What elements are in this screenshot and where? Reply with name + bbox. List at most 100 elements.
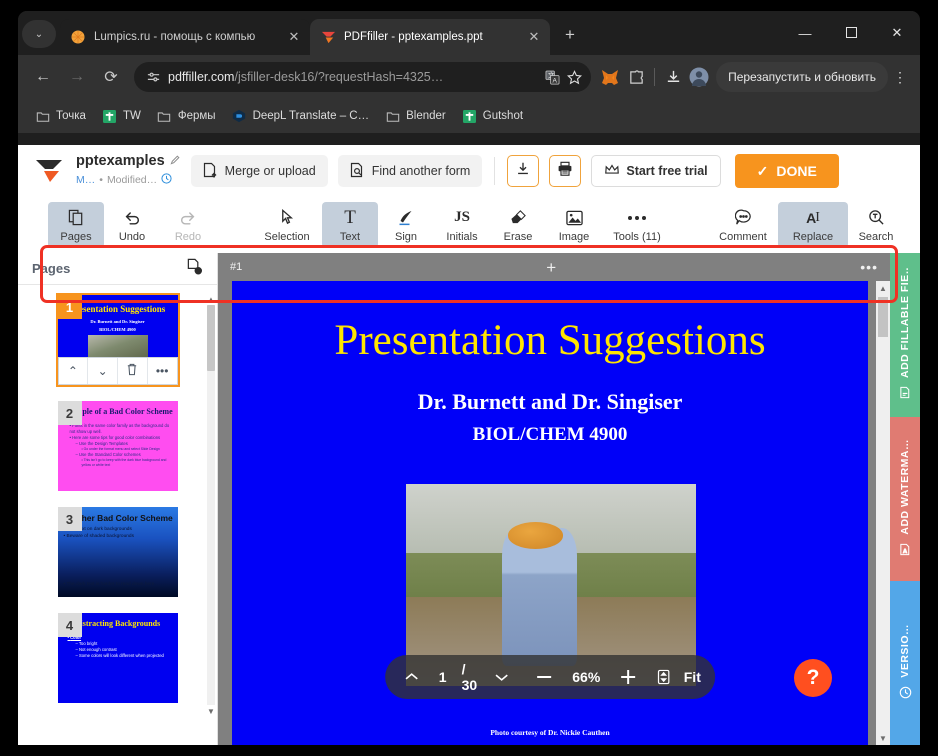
document-meta-link[interactable]: M…	[76, 174, 95, 187]
page-thumbnail-4[interactable]: Distracting Backgrounds • Color – Too br…	[57, 613, 178, 703]
tab-title: Lumpics.ru - помощь с компью	[94, 31, 256, 43]
zoom-out-button[interactable]	[532, 664, 556, 690]
close-icon[interactable]: ✕	[284, 27, 304, 47]
page-settings-icon[interactable]	[186, 258, 203, 280]
zoom-level-value[interactable]: 66%	[562, 669, 610, 685]
find-another-form-button[interactable]: Find another form	[337, 155, 483, 187]
viewer-controls: 1 / 30 66% Fit	[385, 655, 715, 699]
delete-page-button[interactable]	[118, 358, 148, 384]
done-label: DONE	[776, 163, 817, 179]
bookmark-label: Blender	[406, 110, 446, 122]
scroll-up-arrow-icon[interactable]: ▲	[206, 293, 216, 305]
merge-or-upload-button[interactable]: Merge or upload	[190, 155, 328, 187]
tool-tools-more[interactable]: Tools (11)	[602, 202, 672, 248]
close-window-button[interactable]: ✕	[874, 16, 920, 50]
print-button[interactable]	[549, 155, 582, 187]
scroll-down-arrow-icon[interactable]: ▼	[206, 705, 216, 717]
page-thumbnail-1[interactable]: Presentation Suggestions Dr. Burnett and…	[55, 293, 180, 387]
minimize-button[interactable]: —	[782, 16, 828, 50]
viewer-scrollbar[interactable]: ▲ ▼	[876, 281, 890, 745]
tab-search-button[interactable]: ⌄	[22, 20, 56, 48]
version-history-button[interactable]: VERSIO…	[890, 581, 920, 745]
address-bar[interactable]: pdffiller.com/jsfiller-desk16/?requestHa…	[134, 62, 592, 92]
tool-pages[interactable]: Pages	[48, 202, 104, 248]
browser-tab-lumpics[interactable]: Lumpics.ru - помощь с компью ✕	[60, 19, 310, 55]
slide-canvas[interactable]: Presentation Suggestions Dr. Burnett and…	[232, 281, 868, 745]
tool-undo[interactable]: Undo	[104, 202, 160, 248]
pencil-icon[interactable]	[170, 154, 181, 170]
bookmark-fermy[interactable]: Фермы	[150, 106, 223, 127]
page-thumbnail-3[interactable]: Another Bad Color Scheme • Dark text on …	[57, 507, 178, 597]
thumbnail-scrollbar[interactable]: ▲ ▼	[207, 293, 215, 717]
tool-image[interactable]: Image	[546, 202, 602, 248]
start-free-trial-button[interactable]: Start free trial	[591, 155, 721, 187]
download-button[interactable]	[507, 155, 540, 187]
find-another-form-label: Find another form	[371, 164, 471, 178]
bookmark-tw[interactable]: TW	[95, 106, 148, 127]
bookmark-deepl[interactable]: DeepL Translate – C…	[225, 106, 377, 127]
tool-sign[interactable]: Sign	[378, 202, 434, 248]
total-pages-label: / 30	[461, 661, 478, 693]
fit-button[interactable]: Fit	[651, 664, 701, 690]
reload-button[interactable]: ⟳	[96, 62, 126, 92]
metamask-fox-icon[interactable]	[597, 64, 623, 90]
zoom-in-button[interactable]	[616, 664, 640, 690]
pdffiller-logo-icon	[32, 154, 66, 188]
move-page-up-button[interactable]: ⌃	[59, 358, 89, 384]
add-watermark-button[interactable]: ADD WATERMA… A	[890, 417, 920, 581]
scrollbar-thumb[interactable]	[207, 305, 215, 371]
replace-text-icon: AI	[806, 209, 820, 226]
bookmark-star-icon[interactable]	[563, 66, 585, 88]
page-more-button[interactable]: •••	[148, 358, 177, 384]
tool-initials[interactable]: JS Initials	[434, 202, 490, 248]
viewer-more-button[interactable]: •••	[860, 259, 878, 275]
restart-update-button[interactable]: Перезапустить и обновить	[716, 62, 888, 92]
pages-panel: Pages Presentation Suggestions Dr. Burne…	[18, 253, 218, 745]
magnifier-icon	[868, 208, 885, 228]
tool-search[interactable]: Search	[848, 202, 904, 248]
folder-icon	[385, 109, 400, 124]
page-thumbnail-2[interactable]: Example of a Bad Color Scheme • Fonts in…	[57, 401, 178, 491]
tool-text[interactable]: T Text	[322, 202, 378, 248]
done-button[interactable]: ✓ DONE	[734, 154, 839, 188]
maximize-button[interactable]	[828, 16, 874, 50]
scrollbar-thumb[interactable]	[878, 297, 888, 337]
new-tab-button[interactable]: +	[556, 21, 584, 49]
profile-avatar-icon[interactable]	[686, 64, 712, 90]
tool-label: Tools (11)	[613, 230, 661, 243]
download-icon[interactable]	[660, 64, 686, 90]
bookmark-blender[interactable]: Blender	[378, 106, 453, 127]
tool-comment[interactable]: Comment	[708, 202, 778, 248]
tool-selection[interactable]: Selection	[252, 202, 322, 248]
tool-redo[interactable]: Redo	[160, 202, 216, 248]
extension-puzzle-icon[interactable]	[623, 64, 649, 90]
add-page-button[interactable]: +	[546, 259, 556, 276]
move-page-down-button[interactable]: ⌄	[88, 358, 118, 384]
forward-button[interactable]: →	[62, 62, 92, 92]
bookmark-tochka[interactable]: Точка	[28, 106, 93, 127]
scroll-down-arrow-icon[interactable]: ▼	[876, 731, 890, 745]
help-button[interactable]: ?	[794, 659, 832, 697]
fillable-field-icon	[899, 386, 912, 402]
scroll-up-arrow-icon[interactable]: ▲	[876, 281, 890, 295]
translate-icon[interactable]: 文A	[541, 66, 563, 88]
url-host: pdffiller.com	[168, 70, 235, 84]
current-page-value[interactable]: 1	[430, 669, 456, 685]
back-button[interactable]: ←	[28, 62, 58, 92]
toolbar-divider	[654, 68, 656, 86]
tool-erase[interactable]: Erase	[490, 202, 546, 248]
tool-replace[interactable]: AI Replace	[778, 202, 848, 248]
page-dropdown-button[interactable]	[490, 664, 514, 690]
add-fillable-fields-button[interactable]: ADD FILLABLE FIE…	[890, 253, 920, 417]
clock-icon[interactable]	[161, 173, 172, 188]
js-initials-icon: JS	[454, 209, 470, 225]
browser-menu-button[interactable]: ⋮	[888, 69, 912, 86]
bookmark-gutshot[interactable]: Gutshot	[455, 106, 530, 127]
previous-page-button[interactable]	[399, 664, 423, 690]
thumbnail-list[interactable]: Presentation Suggestions Dr. Burnett and…	[18, 285, 217, 745]
maximize-icon	[845, 26, 857, 41]
close-icon[interactable]: ✕	[524, 27, 544, 47]
chevron-down-icon: ⌄	[97, 364, 108, 378]
site-settings-icon[interactable]	[142, 66, 164, 88]
browser-tab-pdffiller[interactable]: PDFfiller - pptexamples.ppt ✕	[310, 19, 550, 55]
